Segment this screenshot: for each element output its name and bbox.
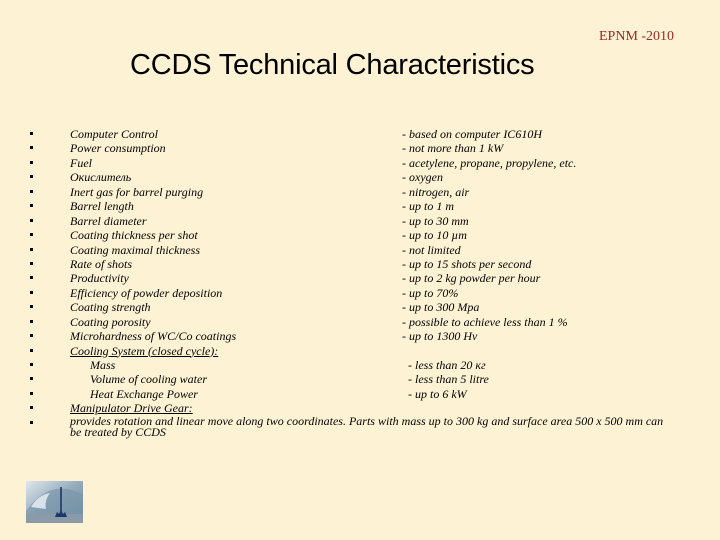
list-item: Coating strength - up to 300 Mpa xyxy=(0,300,720,314)
list-item: Power consumption - not more than 1 kW xyxy=(0,141,720,155)
bullet-icon xyxy=(30,261,33,265)
list-item: Coating maximal thickness - not limited xyxy=(0,243,720,257)
item-label: Fuel xyxy=(70,155,92,170)
bullet-icon xyxy=(30,334,33,338)
bullet-icon xyxy=(30,160,33,164)
item-label: Coating strength xyxy=(70,300,151,315)
list-item: Productivity - up to 2 kg powder per hou… xyxy=(0,271,720,285)
item-value: - oxygen xyxy=(402,170,443,185)
list-item: Mass - less than 20 кг xyxy=(0,358,720,372)
item-value: - not limited xyxy=(402,242,461,257)
item-value: - up to 10 µm xyxy=(402,228,467,243)
bullet-icon xyxy=(30,377,33,381)
item-label: Inert gas for barrel purging xyxy=(70,184,204,199)
item-label: Coating maximal thickness xyxy=(70,242,200,257)
list-item: Inert gas for barrel purging - nitrogen,… xyxy=(0,185,720,199)
bullet-icon xyxy=(30,189,33,193)
bullet-icon xyxy=(30,276,33,280)
item-value: - nitrogen, air xyxy=(402,184,470,199)
list-item: Fuel - acetylene, propane, propylene, et… xyxy=(0,156,720,170)
list-item: Computer Control - based on computer IC6… xyxy=(0,127,720,141)
bullet-icon xyxy=(30,218,33,222)
item-label: Microhardness of WC/Co coatings xyxy=(70,329,237,344)
item-label: Coating porosity xyxy=(70,314,151,329)
item-label: Rate of shots xyxy=(70,256,132,271)
item-label: Coating thickness per shot xyxy=(70,228,198,243)
list-item: Окислитель - oxygen xyxy=(0,170,720,184)
list-item: Barrel length - up to 1 m xyxy=(0,199,720,213)
bullet-icon xyxy=(30,132,33,135)
item-label: Efficiency of powder deposition xyxy=(70,285,223,300)
bullet-icon xyxy=(30,175,33,179)
list-item: provides rotation and linear move along … xyxy=(0,413,720,444)
characteristics-list: Computer Control - based on computer IC6… xyxy=(0,127,720,444)
item-value: - acetylene, propane, propylene, etc. xyxy=(402,155,577,170)
bullet-icon xyxy=(30,319,33,323)
bullet-icon xyxy=(30,305,33,309)
item-label: Окислитель xyxy=(70,170,132,185)
item-label: Power consumption xyxy=(70,141,166,156)
list-item: Volume of cooling water - less than 5 li… xyxy=(0,372,720,386)
wave-ship-logo-icon xyxy=(26,481,83,523)
item-value: - less than 5 litre xyxy=(408,372,489,387)
item-value: - based on computer IC610H xyxy=(402,127,542,141)
bullet-icon xyxy=(30,247,33,251)
item-label: Barrel length xyxy=(70,199,134,214)
list-item: Barrel diameter - up to 30 mm xyxy=(0,214,720,228)
bullet-icon xyxy=(30,420,33,424)
item-value: - up to 1 m xyxy=(402,199,454,214)
item-label: Heat Exchange Power xyxy=(90,386,198,401)
manipulator-description: provides rotation and linear move along … xyxy=(70,413,664,439)
item-label: Productivity xyxy=(70,271,129,286)
item-value: - up to 300 Mpa xyxy=(402,300,480,315)
item-label: Volume of cooling water xyxy=(90,372,207,387)
bullet-icon xyxy=(30,204,33,208)
list-item-section-heading: Cooling System (closed cycle): xyxy=(0,344,720,358)
bullet-icon xyxy=(30,233,33,237)
item-value: - up to 15 shots per second xyxy=(402,256,532,271)
bullet-icon xyxy=(30,406,33,410)
item-value: - up to 30 mm xyxy=(402,213,469,228)
item-label: Mass xyxy=(90,358,116,372)
bullet-icon xyxy=(30,146,33,150)
item-value: - up to 6 kW xyxy=(408,386,467,401)
list-item: Heat Exchange Power - up to 6 kW xyxy=(0,387,720,401)
list-item: Coating porosity - possible to achieve l… xyxy=(0,315,720,329)
item-label: Barrel diameter xyxy=(70,213,147,228)
section-heading-cooling-system: Cooling System (closed cycle): xyxy=(70,343,219,358)
item-value: - possible to achieve less than 1 % xyxy=(402,314,568,329)
bullet-icon xyxy=(30,363,33,366)
item-value: - up to 70% xyxy=(402,285,459,300)
item-value: - up to 1300 Hv xyxy=(402,329,478,344)
list-item: Microhardness of WC/Co coatings - up to … xyxy=(0,329,720,343)
item-value: - up to 2 kg powder per hour xyxy=(402,271,541,286)
bullet-icon xyxy=(30,391,33,395)
header-tag: EPNM -2010 xyxy=(599,29,675,44)
item-value: - less than 20 кг xyxy=(408,358,486,372)
list-item: Coating thickness per shot - up to 10 µm xyxy=(0,228,720,242)
bullet-icon xyxy=(30,348,33,352)
bullet-icon xyxy=(30,290,33,294)
item-label: Computer Control xyxy=(70,127,158,141)
list-item: Efficiency of powder deposition - up to … xyxy=(0,286,720,300)
list-item: Rate of shots - up to 15 shots per secon… xyxy=(0,257,720,271)
page-title: CCDS Technical Characteristics xyxy=(130,49,535,81)
item-value: - not more than 1 kW xyxy=(402,141,504,156)
